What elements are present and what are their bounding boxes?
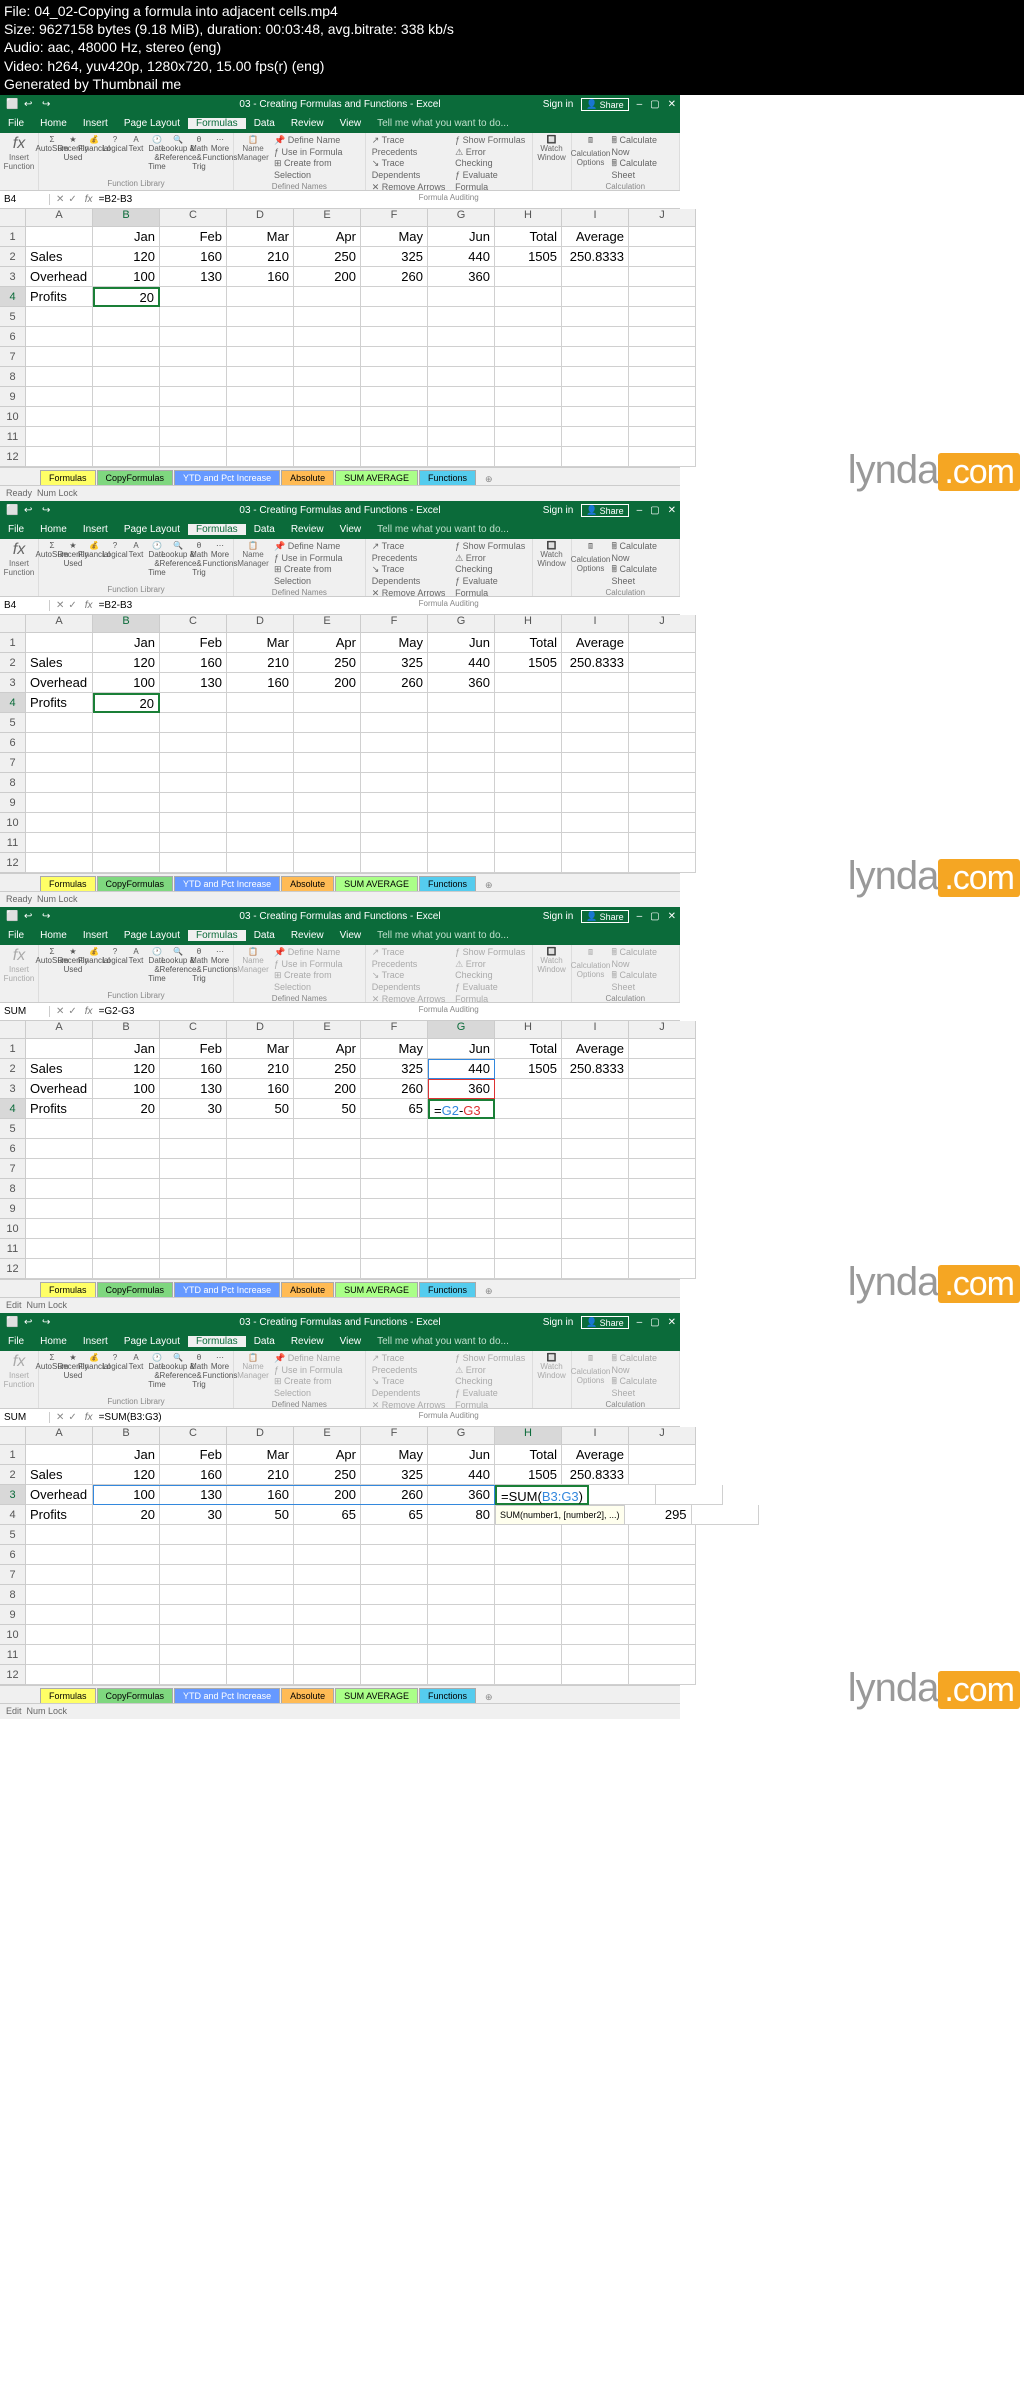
tell-me-input[interactable]: Tell me what you want to do... <box>369 118 517 129</box>
calc-sheet-button[interactable]: 🖩 Calculate Sheet <box>610 158 675 181</box>
sheet-tab-functions[interactable]: Functions <box>419 470 476 485</box>
tab-formulas[interactable]: Formulas <box>188 118 246 129</box>
title-bar: ⬜↩↪ 03 - Creating Formulas and Functions… <box>0 95 680 115</box>
formula-bar-row: B4 ✕✓ fx =B2-B3 <box>0 191 680 209</box>
tab-review[interactable]: Review <box>283 118 332 129</box>
share-button[interactable]: 👤 Share <box>581 98 628 111</box>
name-manager-button[interactable]: 📋Name Manager <box>238 135 268 182</box>
signin-link[interactable]: Sign in <box>543 99 574 110</box>
name-box[interactable]: SUM <box>0 1006 50 1017</box>
lookup-button[interactable]: 🔍Lookup & Reference <box>169 135 187 157</box>
tab-view[interactable]: View <box>332 118 370 129</box>
financial-button[interactable]: 💰Financial <box>85 135 103 157</box>
sheet-tab-sumavg[interactable]: SUM AVERAGE <box>335 470 418 485</box>
insert-function-button[interactable]: fxInsert Function <box>4 135 34 171</box>
more-button[interactable]: ⋯More Functions <box>211 135 229 157</box>
trace-dependents-button[interactable]: ↘ Trace Dependents <box>370 158 449 181</box>
excel-frame-2: ⬜↩↪03 - Creating Formulas and Functions … <box>0 501 680 907</box>
calc-options-button[interactable]: 🖩Calculation Options <box>576 135 606 182</box>
eval-formula-button[interactable]: ƒ Evaluate Formula <box>453 170 527 193</box>
minimize-icon[interactable]: – <box>637 99 643 110</box>
sheet-tab-copy[interactable]: CopyFormulas <box>97 470 174 485</box>
function-tooltip: SUM(number1, [number2], ...) <box>495 1505 625 1525</box>
tab-data[interactable]: Data <box>246 118 283 129</box>
name-box[interactable]: B4 <box>0 194 50 205</box>
close-icon[interactable]: ✕ <box>668 99 676 110</box>
tab-file[interactable]: File <box>0 118 32 129</box>
status-bar: Ready Num Lock <box>0 485 680 501</box>
fx-icon[interactable]: fx <box>83 194 95 205</box>
name-box[interactable]: SUM <box>0 1412 50 1423</box>
excel-frame-1: ⬜↩↪ 03 - Creating Formulas and Functions… <box>0 95 680 501</box>
maximize-icon[interactable]: ▢ <box>650 99 659 110</box>
calc-now-button[interactable]: 🖩 Calculate Now <box>610 135 675 158</box>
excel-frame-3: ⬜↩↪03 - Creating Formulas and Functions … <box>0 907 680 1313</box>
define-name-button[interactable]: 📌 Define Name <box>272 135 361 147</box>
sheet-tab-absolute[interactable]: Absolute <box>281 470 334 485</box>
text-button[interactable]: AText <box>127 135 145 157</box>
remove-arrows-button[interactable]: ✕ Remove Arrows <box>370 182 449 194</box>
tab-home[interactable]: Home <box>32 118 75 129</box>
use-formula-button[interactable]: ƒ Use in Formula <box>272 147 361 159</box>
video-metadata: File: 04_02-Copying a formula into adjac… <box>0 0 1024 95</box>
tab-pagelayout[interactable]: Page Layout <box>116 118 188 129</box>
trace-precedents-button[interactable]: ↗ Trace Precedents <box>370 135 449 158</box>
window-title: 03 - Creating Formulas and Functions - E… <box>239 99 440 110</box>
editing-cell[interactable]: =SUM(B3:G3) <box>495 1485 589 1505</box>
active-cell[interactable]: 20 <box>93 693 160 713</box>
watermark: lynda.com <box>848 448 1020 493</box>
sheet-tab-formulas[interactable]: Formulas <box>40 470 96 485</box>
editing-cell[interactable]: =G2-G3 <box>428 1099 495 1119</box>
ribbon: fxInsert Function ΣAutoSum ★Recently Use… <box>0 133 680 191</box>
active-cell[interactable]: 20 <box>93 287 160 307</box>
logical-button[interactable]: ?Logical <box>106 135 124 157</box>
menu-bar: File Home Insert Page Layout Formulas Da… <box>0 115 680 133</box>
add-sheet-icon[interactable]: ⊕ <box>477 474 501 485</box>
sheet-tabs: Formulas CopyFormulas YTD and Pct Increa… <box>0 467 680 485</box>
spreadsheet-grid[interactable]: 123 456 789 101112 AB CD EF GH IJ JanFeb… <box>0 209 680 467</box>
watch-window-button[interactable]: 🔲Watch Window <box>537 135 567 162</box>
sheet-tab-ytd[interactable]: YTD and Pct Increase <box>174 470 280 485</box>
create-selection-button[interactable]: ⊞ Create from Selection <box>272 158 361 181</box>
error-check-button[interactable]: ⚠ Error Checking <box>453 147 527 170</box>
name-box[interactable]: B4 <box>0 600 50 611</box>
tab-insert[interactable]: Insert <box>75 118 116 129</box>
show-formulas-button[interactable]: ƒ Show Formulas <box>453 135 527 147</box>
excel-frame-4: ⬜↩↪03 - Creating Formulas and Functions … <box>0 1313 680 1719</box>
